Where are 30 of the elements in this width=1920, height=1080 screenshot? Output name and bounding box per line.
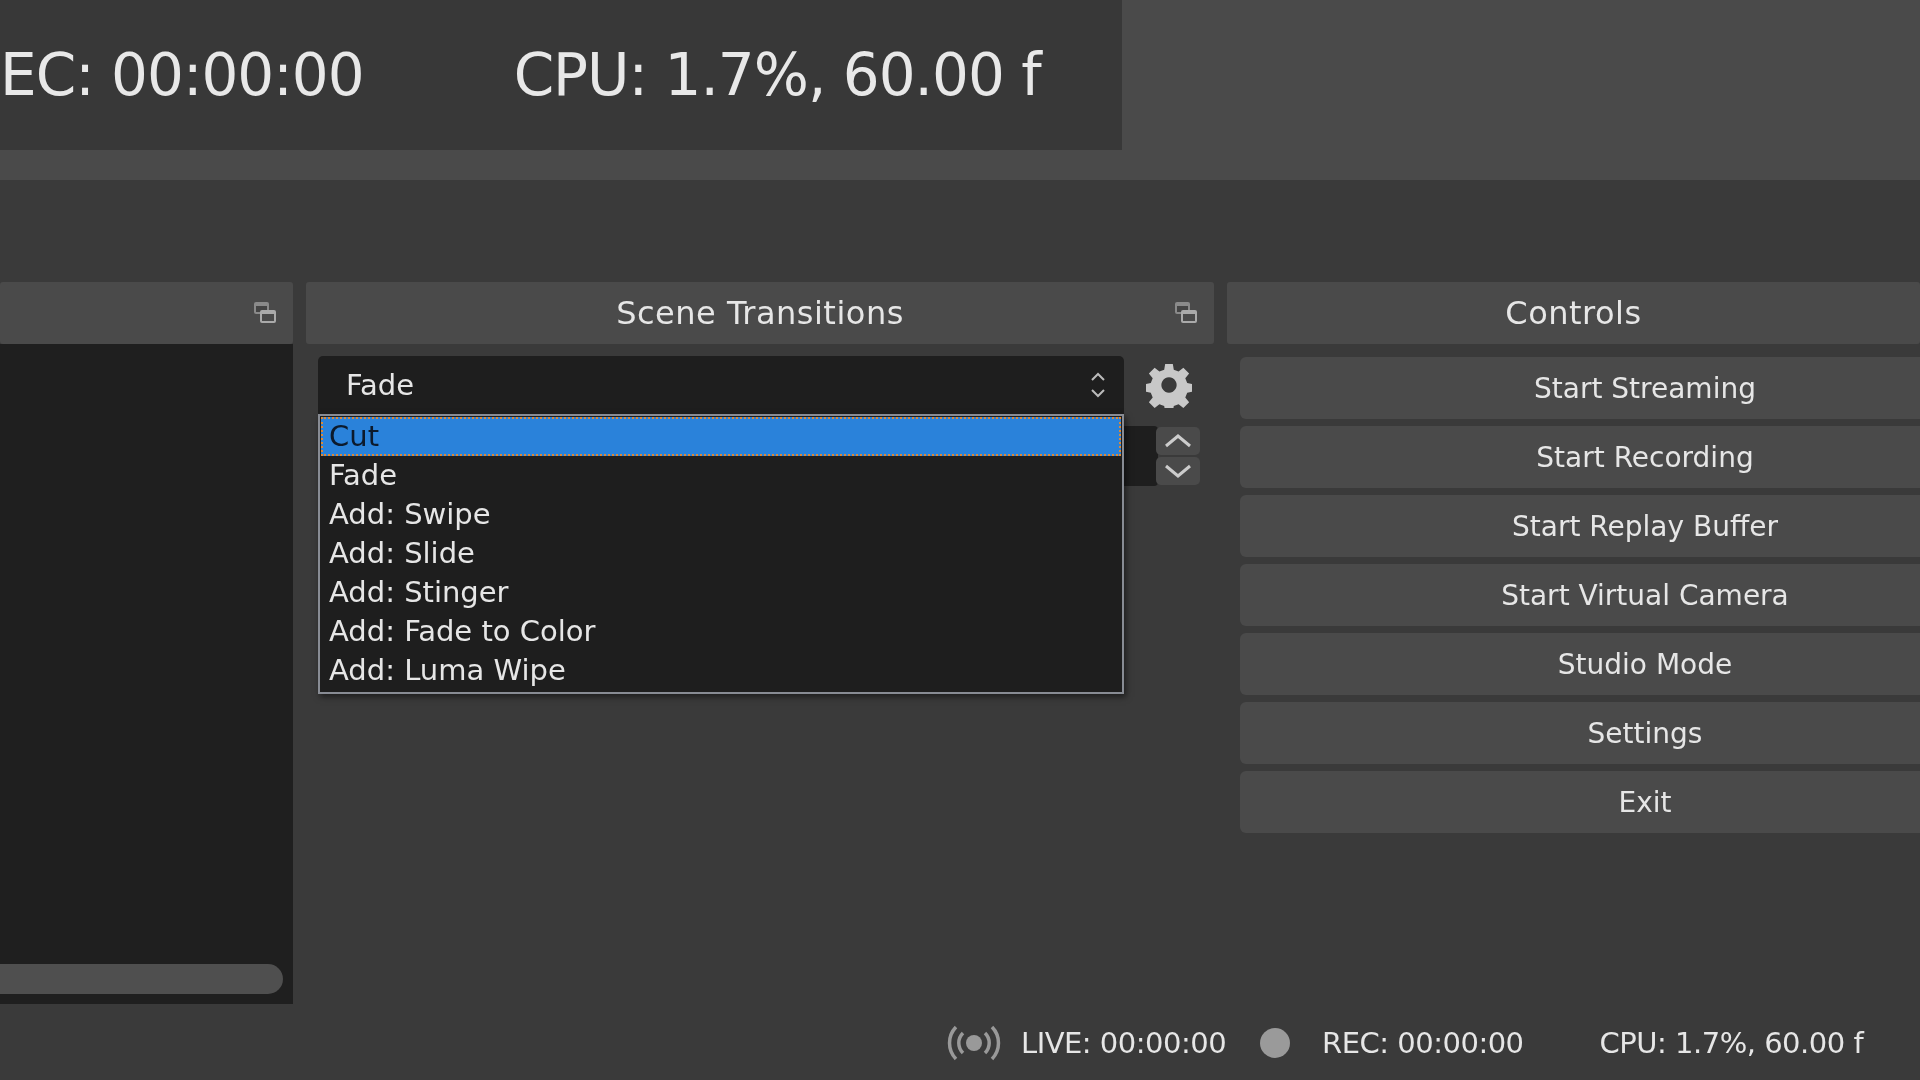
control-button[interactable]: Start Replay Buffer — [1240, 495, 1920, 557]
control-button[interactable]: Start Virtual Camera — [1240, 564, 1920, 626]
dropdown-option[interactable]: Add: Luma Wipe — [321, 651, 1121, 690]
control-button[interactable]: Exit — [1240, 771, 1920, 833]
step-down-button[interactable] — [1156, 457, 1200, 485]
control-button[interactable]: Settings — [1240, 702, 1920, 764]
recording-time: EC: 00:00:00 — [0, 41, 364, 109]
chevron-icon — [1090, 370, 1106, 400]
dropdown-option[interactable]: Add: Swipe — [321, 495, 1121, 534]
transition-dropdown[interactable]: Fade — [318, 356, 1124, 414]
dropdown-option[interactable]: Add: Fade to Color — [321, 612, 1121, 651]
control-button[interactable]: Start Streaming — [1240, 357, 1920, 419]
cpu-usage: CPU: 1.7%, 60.00 f — [513, 41, 1041, 109]
record-dot-icon — [1260, 1027, 1291, 1058]
float-icon[interactable] — [1174, 301, 1198, 325]
dropdown-option[interactable]: Add: Stinger — [321, 573, 1121, 612]
settings-icon[interactable] — [1146, 362, 1192, 408]
cpu-usage: CPU: 1.7%, 60.00 f — [1599, 1025, 1864, 1060]
dropdown-option[interactable]: Add: Slide — [321, 534, 1121, 573]
dropdown-option[interactable]: Fade — [321, 456, 1121, 495]
recording-time: REC: 00:00:00 — [1322, 1025, 1524, 1060]
dropdown-option[interactable]: Cut — [321, 417, 1121, 456]
control-button[interactable]: Studio Mode — [1240, 633, 1920, 695]
scrollbar[interactable] — [0, 964, 283, 994]
step-up-button[interactable] — [1156, 427, 1200, 455]
dock-title: Controls — [1505, 294, 1642, 332]
dock-title: Scene Transitions — [616, 294, 904, 332]
control-button[interactable]: Start Recording — [1240, 426, 1920, 488]
live-time: LIVE: 00:00:00 — [1021, 1025, 1227, 1060]
float-icon[interactable] — [253, 301, 277, 325]
